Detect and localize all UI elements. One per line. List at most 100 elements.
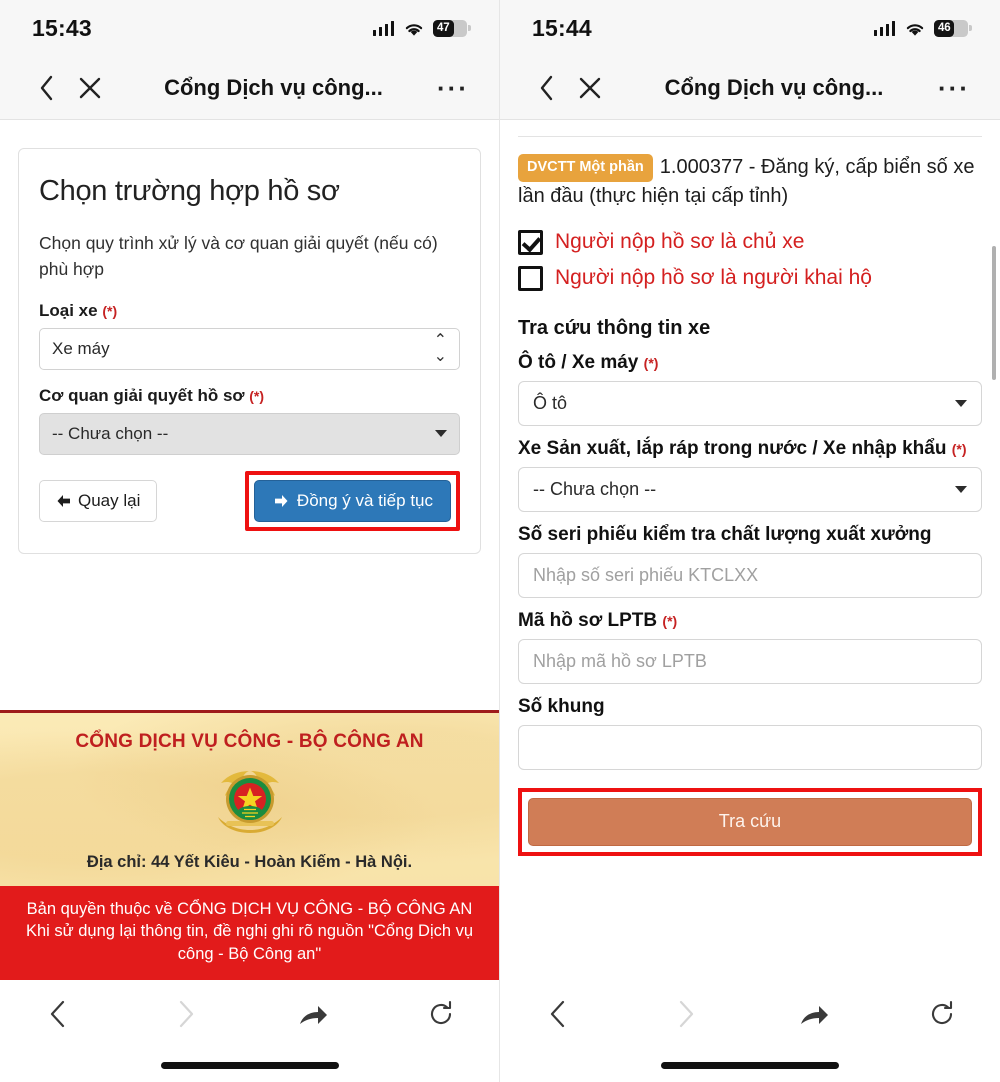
browser-back-button[interactable] (526, 75, 566, 101)
gov-address: Địa chỉ: 44 Yết Kiêu - Hoàn Kiếm - Hà Nộ… (86, 852, 413, 871)
service-header: DVCTT Một phần 1.000377 - Đăng ký, cấp bi… (518, 153, 982, 210)
section-title-lookup: Tra cứu thông tin xe (518, 316, 711, 339)
wifi-icon (904, 21, 925, 36)
copyright-line-2: Khi sử dụng lại thông tin, đề nghị ghi r… (25, 922, 474, 964)
input-ma-ho-so-lptb[interactable]: Nhập mã hồ sơ LPTB (518, 638, 982, 684)
checkbox-owner-label: Người nộp hồ sơ là chủ xe (555, 230, 805, 254)
nav-back-button[interactable] (28, 999, 88, 1029)
checkbox-declarer[interactable] (518, 265, 543, 291)
browser-nav-icons (0, 980, 499, 1048)
select-loai-xe[interactable]: Xe máy ⌃ ⌄ (39, 327, 460, 370)
checkbox-owner[interactable] (518, 229, 543, 255)
label-xuat-xu-xe: Xe Sản xuất, lắp ráp trong nước / Xe nhậ… (518, 437, 967, 459)
battery-percent: 46 (938, 22, 951, 34)
chevron-down-icon (955, 485, 967, 493)
status-bar-right: 15:44 46 (500, 0, 1000, 56)
status-bar-left: 15:43 47 (0, 0, 499, 56)
input-so-khung[interactable] (518, 724, 982, 770)
card-button-row: Quay lại Đồng ý và tiếp tục (39, 470, 460, 531)
search-button[interactable]: Tra cứu (528, 797, 972, 846)
checkbox-row-owner[interactable]: Người nộp hồ sơ là chủ xe (518, 229, 982, 255)
web-content-right: DVCTT Một phần 1.000377 - Đăng ký, cấp bi… (500, 120, 1000, 980)
copyright-line-1: Bản quyền thuộc về CỔNG DỊCH VỤ CÔNG - B… (26, 899, 473, 918)
browser-bottom-bar-right (500, 980, 1000, 1082)
label-loai-xe: Loại xe (*) (39, 300, 118, 320)
home-indicator (500, 1048, 1000, 1082)
vietnam-police-emblem-icon (204, 763, 296, 841)
select-oto-xemay-value: Ô tô (533, 392, 568, 413)
divider (518, 136, 982, 137)
more-options-icon[interactable]: ··· (934, 75, 974, 101)
checkbox-row-declarer[interactable]: Người nộp hồ sơ là người khai hộ (518, 265, 982, 291)
select-oto-xemay[interactable]: Ô tô (518, 380, 982, 426)
select-co-quan-value: -- Chưa chọn -- (52, 423, 169, 443)
battery-icon: 46 (934, 19, 972, 37)
search-highlight-box: Tra cứu (518, 787, 982, 856)
input-ma-ho-so-lptb-placeholder: Nhập mã hồ sơ LPTB (533, 650, 707, 671)
phone-screen-right: 15:44 46 Cổng Dịch vụ công... ··· DVCTT … (500, 0, 1000, 1082)
home-indicator (0, 1048, 499, 1082)
submit-continue-button[interactable]: Đồng ý và tiếp tục (253, 479, 451, 522)
cellular-signal-icon (873, 20, 895, 36)
battery-icon: 47 (433, 19, 471, 37)
page-title: Cổng Dịch vụ công... (664, 74, 884, 100)
updown-chevron-icon: ⌃ ⌄ (433, 331, 447, 365)
browser-close-button[interactable] (566, 77, 614, 99)
status-time: 15:43 (32, 14, 92, 41)
input-so-seri-placeholder: Nhập số seri phiếu KTCLXX (533, 564, 759, 585)
nav-reload-button[interactable] (411, 1000, 471, 1028)
back-button-label: Quay lại (78, 490, 141, 510)
browser-close-button[interactable] (66, 77, 114, 99)
chevron-down-icon (435, 430, 447, 437)
arrow-left-icon (57, 494, 70, 507)
arrow-right-icon (274, 494, 288, 507)
browser-bottom-bar-left (0, 980, 499, 1082)
browser-back-button[interactable] (26, 75, 66, 101)
required-marker: (*) (102, 302, 118, 319)
nav-share-button[interactable] (784, 1001, 844, 1027)
nav-reload-button[interactable] (912, 1000, 972, 1028)
back-button[interactable]: Quay lại (39, 479, 158, 522)
card-heading: Chọn trường hợp hồ sơ (39, 175, 340, 207)
select-co-quan-giai-quyet[interactable]: -- Chưa chọn -- (39, 412, 460, 455)
gov-banner-title: CỔNG DỊCH VỤ CÔNG - BỘ CÔNG AN (75, 730, 424, 752)
select-xuat-xu-xe[interactable]: -- Chưa chọn -- (518, 466, 982, 512)
required-marker: (*) (662, 612, 678, 629)
status-badge: DVCTT Một phần (518, 154, 653, 182)
label-ma-ho-so-lptb: Mã hồ sơ LPTB (*) (518, 609, 678, 631)
nav-forward-button (656, 999, 716, 1029)
status-indicators: 47 (372, 19, 471, 37)
label-so-khung: Số khung (518, 695, 605, 717)
checkbox-declarer-label: Người nộp hồ sơ là người khai hộ (555, 266, 872, 290)
nav-back-button[interactable] (528, 999, 588, 1029)
dual-screenshot-container: 15:43 47 Cổng Dịch vụ công... ··· Chọn t… (0, 0, 1000, 1082)
required-marker: (*) (249, 387, 265, 404)
cellular-signal-icon (372, 20, 394, 36)
card-subtitle: Chọn quy trình xử lý và cơ quan giải quy… (39, 233, 438, 280)
browser-nav-icons (500, 980, 1000, 1048)
status-indicators: 46 (873, 19, 972, 37)
nav-forward-button (156, 999, 216, 1029)
phone-screen-left: 15:43 47 Cổng Dịch vụ công... ··· Chọn t… (0, 0, 500, 1082)
page-title: Cổng Dịch vụ công... (164, 74, 383, 100)
web-content-left: Chọn trường hợp hồ sơ Chọn quy trình xử … (0, 120, 499, 980)
wifi-icon (403, 21, 424, 36)
gov-banner: CỔNG DỊCH VỤ CÔNG - BỘ CÔNG AN Địa chỉ: … (0, 709, 499, 886)
site-footer: CỔNG DỊCH VỤ CÔNG - BỘ CÔNG AN Địa chỉ: … (0, 709, 499, 980)
case-selection-card: Chọn trường hợp hồ sơ Chọn quy trình xử … (18, 148, 481, 554)
label-so-seri: Số seri phiếu kiểm tra chất lượng xuất x… (518, 523, 932, 545)
select-loai-xe-value: Xe máy (52, 338, 110, 358)
submit-button-label: Đồng ý và tiếp tục (296, 490, 433, 510)
required-marker: (*) (643, 354, 659, 371)
chevron-down-icon (955, 399, 967, 407)
required-marker: (*) (951, 440, 967, 457)
more-options-icon[interactable]: ··· (433, 75, 473, 101)
service-form: DVCTT Một phần 1.000377 - Đăng ký, cấp bi… (500, 136, 1000, 856)
page-scrollbar[interactable] (992, 246, 996, 380)
nav-share-button[interactable] (283, 1001, 343, 1027)
label-oto-xemay: Ô tô / Xe máy (*) (518, 351, 659, 373)
input-so-seri[interactable]: Nhập số seri phiếu KTCLXX (518, 552, 982, 598)
copyright-block: Bản quyền thuộc về CỔNG DỊCH VỤ CÔNG - B… (0, 885, 499, 980)
browser-top-bar-right: Cổng Dịch vụ công... ··· (500, 56, 1000, 120)
battery-percent: 47 (437, 22, 450, 34)
